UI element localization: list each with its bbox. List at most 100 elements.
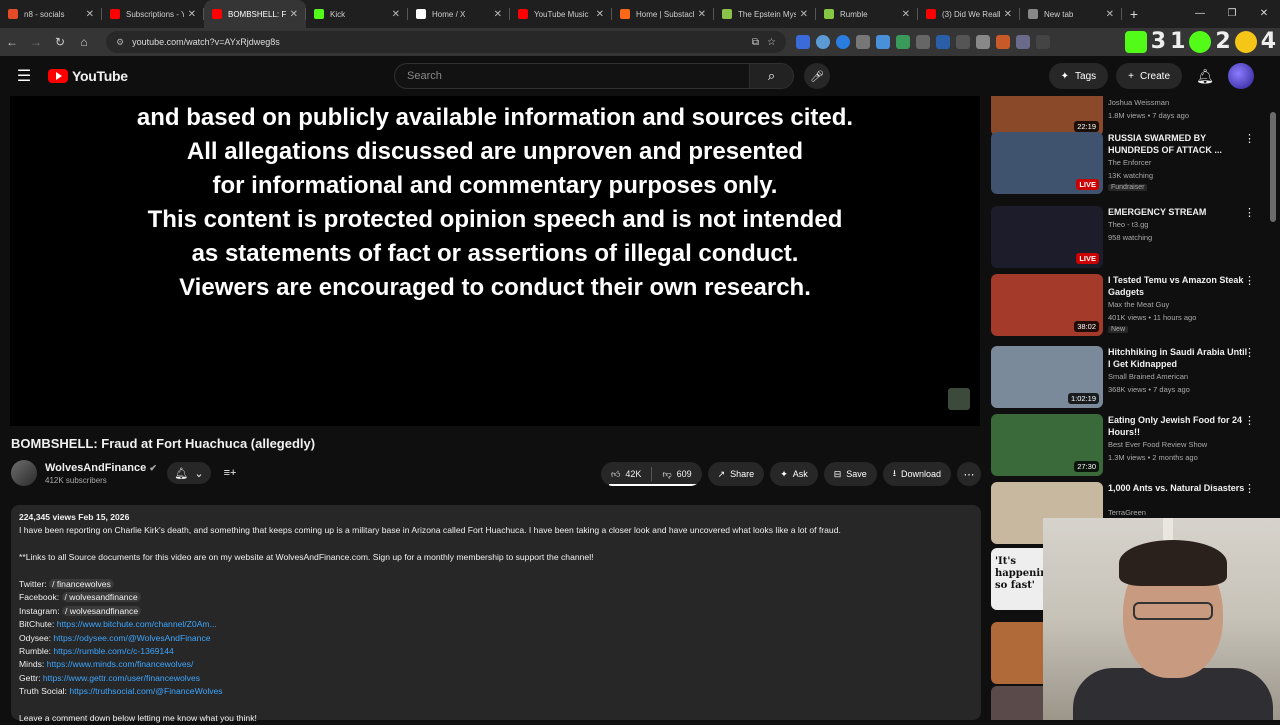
channel-name[interactable]: WolvesAndFinance ✔ xyxy=(45,462,157,474)
recommended-channel-name[interactable]: Joshua Weissman xyxy=(1108,98,1169,107)
close-tab-icon[interactable]: ✕ xyxy=(1106,9,1114,20)
close-tab-icon[interactable]: ✕ xyxy=(86,9,94,20)
video-thumbnail[interactable]: 1:02:19 xyxy=(991,346,1103,408)
bookmark-star-icon[interactable]: ☆ xyxy=(767,37,776,48)
browser-tab[interactable]: Subscriptions - YouTube ✕ xyxy=(102,0,204,28)
browser-tab[interactable]: Kick ✕ xyxy=(306,0,408,28)
recommended-video[interactable]: 27:30 Eating Only Jewish Food for 24 Hour… xyxy=(991,414,1261,476)
social-link[interactable]: / wolvesandfinance xyxy=(62,605,142,616)
like-button[interactable]: 👍︎ 42K xyxy=(601,462,651,486)
menu-icon[interactable]: ☰ xyxy=(0,66,48,86)
more-vertical-icon[interactable]: ⋮ xyxy=(1244,482,1255,495)
extension-icon[interactable] xyxy=(956,35,970,49)
play-extension-icon[interactable] xyxy=(1189,30,1212,53)
save-button[interactable]: ⊟ Save xyxy=(823,462,877,486)
more-vertical-icon[interactable]: ⋮ xyxy=(1244,414,1255,427)
recommended-video-title[interactable]: Hitchhiking in Saudi Arabia Until I Get … xyxy=(1108,346,1248,370)
video-player[interactable]: and based on publicly available informat… xyxy=(10,96,980,426)
youtube-logo[interactable]: YouTube xyxy=(48,68,128,84)
description-box[interactable]: 224,345 views Feb 15, 2026 I have been r… xyxy=(11,505,981,723)
install-icon[interactable]: ⧉ xyxy=(752,37,759,48)
browser-tab[interactable]: BOMBSHELL: Fraud at Fort Huachuca ✕ xyxy=(204,0,306,28)
browser-tab[interactable]: YouTube Music ✕ xyxy=(510,0,612,28)
extension-icon[interactable] xyxy=(996,35,1010,49)
extension-icon[interactable] xyxy=(916,35,930,49)
social-link[interactable]: https://www.minds.com/financewolves/ xyxy=(47,659,194,669)
browser-tab[interactable]: Rumble ✕ xyxy=(816,0,918,28)
browser-tab[interactable]: Home / X ✕ xyxy=(408,0,510,28)
extension-icon[interactable] xyxy=(796,35,810,49)
recommended-channel-name[interactable]: Max the Meat Guy xyxy=(1108,300,1169,309)
recommended-channel-name[interactable]: Small Brained American xyxy=(1108,372,1188,381)
search-button[interactable]: ⌕ xyxy=(750,63,794,89)
extension-icon[interactable] xyxy=(816,35,830,49)
recommended-video-title[interactable]: Eating Only Jewish Food for 24 Hours!! xyxy=(1108,414,1248,438)
more-vertical-icon[interactable]: ⋮ xyxy=(1244,346,1255,359)
more-vertical-icon[interactable]: ⋮ xyxy=(1244,132,1255,145)
social-link[interactable]: / wolvesandfinance xyxy=(61,592,141,603)
search-input[interactable]: Search xyxy=(394,63,750,89)
recommended-channel-name[interactable]: TerraGreen xyxy=(1108,508,1146,517)
recommended-video-title[interactable]: I Tested Temu vs Amazon Steak Gadgets xyxy=(1108,274,1248,298)
close-tab-icon[interactable]: ✕ xyxy=(902,9,910,20)
more-vertical-icon[interactable]: ⋮ xyxy=(1244,274,1255,287)
create-button[interactable]: + Create xyxy=(1116,63,1182,89)
extension-icon[interactable] xyxy=(876,35,890,49)
social-link[interactable]: https://truthsocial.com/@FinanceWolves xyxy=(69,686,222,696)
social-link[interactable]: https://rumble.com/c/c-1369144 xyxy=(53,646,173,656)
more-actions-button[interactable]: ⋯ xyxy=(957,462,981,486)
channel-avatar[interactable] xyxy=(11,460,37,486)
social-link[interactable]: https://www.gettr.com/user/financewolves xyxy=(43,673,200,683)
back-icon[interactable]: ← xyxy=(0,35,24,49)
close-tab-icon[interactable]: ✕ xyxy=(188,9,196,20)
ask-button[interactable]: ✦ Ask xyxy=(770,462,818,486)
extension-icon[interactable] xyxy=(856,35,870,49)
browser-tab[interactable]: n8 - socials ✕ xyxy=(0,0,102,28)
recommended-video[interactable]: 1:02:19 Hitchhiking in Saudi Arabia Until… xyxy=(991,346,1261,408)
reload-icon[interactable]: ↻ xyxy=(48,35,72,49)
extension-icon[interactable] xyxy=(896,35,910,49)
video-thumbnail[interactable]: 27:30 xyxy=(991,414,1103,476)
extension-icon[interactable] xyxy=(976,35,990,49)
social-link[interactable]: / financewolves xyxy=(49,579,114,589)
download-button[interactable]: ⭳ Download xyxy=(882,462,951,486)
sidebar-scrollbar[interactable] xyxy=(1270,112,1276,222)
subscription-bell-button[interactable]: 🔔︎ ⌄ xyxy=(167,462,211,484)
close-tab-icon[interactable]: ✕ xyxy=(596,9,604,20)
minimize-icon[interactable]: — xyxy=(1184,0,1216,28)
extension-icon[interactable] xyxy=(1016,35,1030,49)
home-icon[interactable]: ⌂ xyxy=(72,35,96,49)
add-to-queue-button[interactable]: ≡+ xyxy=(219,462,241,484)
puzzle-icon[interactable] xyxy=(1036,35,1050,49)
address-bar[interactable]: ⚙ youtube.com/watch?v=AYxRjdweg8s ⧉ ☆ xyxy=(106,31,786,53)
browser-tab[interactable]: Home | Substack ✕ xyxy=(612,0,714,28)
account-avatar[interactable] xyxy=(1228,63,1254,89)
recommended-video-title[interactable]: 1,000 Ants vs. Natural Disasters xyxy=(1108,482,1248,494)
browser-tab[interactable]: The Epstein Mystery ✕ xyxy=(714,0,816,28)
restore-icon[interactable]: ❐ xyxy=(1216,0,1248,28)
browser-tab[interactable]: (3) Did We Really ✕ xyxy=(918,0,1020,28)
channel-watermark[interactable] xyxy=(948,388,970,410)
recommended-channel-name[interactable]: The Enforcer xyxy=(1108,158,1151,167)
kick-extension-icon[interactable] xyxy=(1124,30,1147,53)
social-link[interactable]: https://odysee.com/@WolvesAndFinance xyxy=(53,633,210,643)
extension-icon[interactable] xyxy=(836,35,850,49)
forward-icon[interactable]: → xyxy=(24,35,48,49)
video-thumbnail[interactable]: 22:19 xyxy=(991,96,1103,136)
new-tab-button[interactable]: + xyxy=(1122,2,1146,26)
emoji-extension-icon[interactable] xyxy=(1234,30,1257,53)
close-tab-icon[interactable]: ✕ xyxy=(800,9,808,20)
tags-button[interactable]: ✦ Tags xyxy=(1048,63,1109,89)
more-vertical-icon[interactable]: ⋮ xyxy=(1244,206,1255,219)
recommended-video-title[interactable]: EMERGENCY STREAM xyxy=(1108,206,1248,218)
close-tab-icon[interactable]: ✕ xyxy=(392,9,400,20)
close-tab-icon[interactable]: ✕ xyxy=(698,9,706,20)
close-tab-icon[interactable]: ✕ xyxy=(494,9,502,20)
extension-icon[interactable] xyxy=(936,35,950,49)
recommended-video[interactable]: LIVE EMERGENCY STREAM Theo - t3.gg 958 watc… xyxy=(991,206,1261,268)
recommended-video[interactable]: LIVE RUSSIA SWARMED BY HUNDREDS OF ATTACK… xyxy=(991,132,1261,194)
recommended-channel-name[interactable]: Theo - t3.gg xyxy=(1108,220,1148,229)
dislike-button[interactable]: 👎︎ 609 xyxy=(652,462,701,486)
recommended-video[interactable]: 22:19 Joshua Weissman 1.8M views • 7 days … xyxy=(991,96,1261,136)
close-window-icon[interactable]: ✕ xyxy=(1248,0,1280,28)
